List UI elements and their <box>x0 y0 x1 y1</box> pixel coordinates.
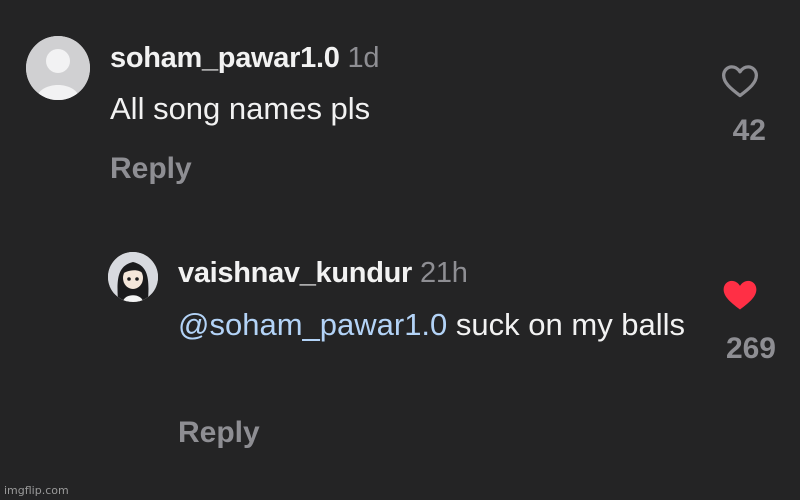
comment-text: @soham_pawar1.0 suck on my balls <box>178 306 698 344</box>
comment-timestamp: 1d <box>347 42 380 74</box>
heart-outline-icon[interactable] <box>720 62 760 98</box>
watermark: imgflip.com <box>4 484 69 497</box>
reply-button[interactable]: Reply <box>110 152 192 186</box>
heart-filled-icon[interactable] <box>720 276 760 312</box>
reply-button[interactable]: Reply <box>178 416 260 450</box>
username-text[interactable]: vaishnav_kundur <box>178 257 412 289</box>
comment-username[interactable]: vaishnav_kundur 21h <box>178 257 468 290</box>
comment-timestamp: 21h <box>420 257 468 289</box>
reply-comment-vaishnav: vaishnav_kundur 21h @soham_pawar1.0 suck … <box>0 248 800 458</box>
username-text[interactable]: soham_pawar1.0 <box>110 42 340 74</box>
comments-screen: soham_pawar1.0 1d All song names pls Repl… <box>0 0 800 500</box>
mention-link[interactable]: @soham_pawar1.0 <box>178 307 447 342</box>
anime-avatar-icon[interactable] <box>108 252 158 302</box>
comment-body: suck on my balls <box>455 307 686 342</box>
default-avatar-icon[interactable] <box>26 36 90 100</box>
like-count: 42 <box>732 114 766 147</box>
comment-text: All song names pls <box>110 91 371 126</box>
comment-username[interactable]: soham_pawar1.0 1d <box>110 42 380 75</box>
like-count: 269 <box>725 332 776 365</box>
comment-soham: soham_pawar1.0 1d All song names pls Repl… <box>0 30 800 200</box>
